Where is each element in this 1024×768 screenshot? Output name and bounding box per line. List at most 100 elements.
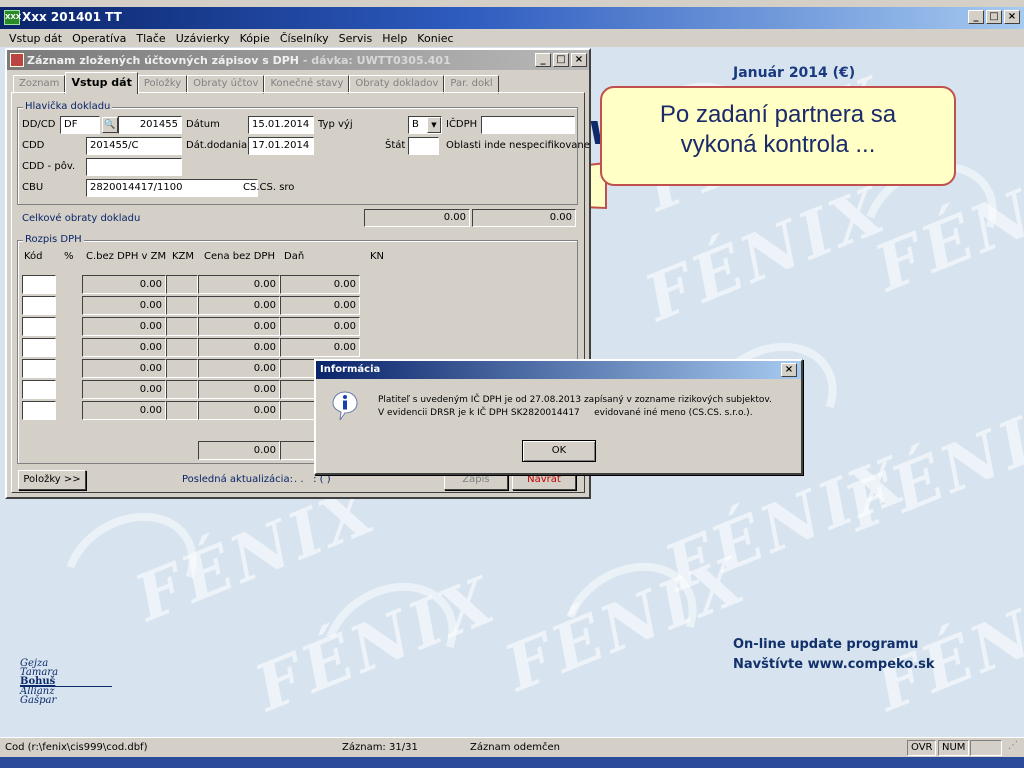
cbu-field[interactable]: 2820014417/1100 xyxy=(86,179,258,197)
c-bez-cell: 0.00 xyxy=(82,317,166,336)
kod-cell[interactable] xyxy=(22,380,56,399)
maximize-icon[interactable]: □ xyxy=(986,10,1002,24)
close-icon[interactable]: × xyxy=(781,363,797,377)
tab-bar: Zoznam Vstup dát Položky Obraty účtov Ko… xyxy=(13,72,499,94)
c-bez-cell: 0.00 xyxy=(82,275,166,294)
info-icon xyxy=(332,391,358,421)
menu-kopie[interactable]: Kópie xyxy=(235,32,275,45)
kod-cell[interactable] xyxy=(22,317,56,336)
status-record: Záznam: 31/31 xyxy=(342,742,418,753)
website-link[interactable]: Navštívte www.compeko.sk xyxy=(733,657,935,672)
menu-tlace[interactable]: Tlače xyxy=(131,32,170,45)
cena-cell: 0.00 xyxy=(198,380,280,399)
app-icon: XXX xyxy=(4,10,21,25)
icdph-label: IČDPH xyxy=(446,119,478,130)
dialog-title-bar: Informácia × xyxy=(316,361,801,379)
col-header-cena-bez-dph: Cena bez DPH xyxy=(204,251,275,262)
ovr-indicator: OVR xyxy=(907,740,937,756)
kod-cell[interactable] xyxy=(22,338,56,357)
typ-select[interactable]: B ▼ xyxy=(408,116,442,134)
dialog-message-line: Platiteľ s uvedeným IČ DPH je od 27.08.2… xyxy=(378,395,772,405)
minimize-icon[interactable]: _ xyxy=(535,53,551,67)
maximize-icon[interactable]: □ xyxy=(553,53,569,67)
menu-uzavierky[interactable]: Uzávierky xyxy=(171,32,235,45)
last-update-value: . . : ( ) xyxy=(294,474,331,485)
totals-value-2: 0.00 xyxy=(472,209,576,227)
datum-field[interactable]: 15.01.2014 xyxy=(248,116,314,134)
stat-field[interactable] xyxy=(408,137,439,155)
doc-number-field[interactable]: 201455 xyxy=(118,116,182,134)
menu-vstup-dat[interactable]: Vstup dát xyxy=(4,32,67,45)
dan-cell: 0.00 xyxy=(280,338,360,357)
kod-cell[interactable] xyxy=(22,359,56,378)
col-header-c-bez-dph: C.bez DPH v ZM xyxy=(86,251,167,262)
status-bar: Cod (r:\fenix\cis999\cod.dbf) Záznam: 31… xyxy=(0,737,1024,757)
stat-label: Štát xyxy=(385,140,406,151)
online-update-link[interactable]: On-line update programu xyxy=(733,637,918,652)
search-icon[interactable]: 🔍 xyxy=(102,117,118,133)
status-path: Cod (r:\fenix\cis999\cod.dbf) xyxy=(5,742,148,753)
cdd-pov-field[interactable] xyxy=(86,158,182,176)
cdd-field[interactable]: 201455/C xyxy=(86,137,182,155)
cdd-label: CDD xyxy=(22,140,45,151)
col-header-kn: KN xyxy=(370,251,385,262)
main-title-bar: XXX Xxx 201401 TT _ □ × xyxy=(0,7,1024,29)
close-icon[interactable]: × xyxy=(571,53,587,67)
c-bez-cell: 0.00 xyxy=(82,380,166,399)
info-dialog: Informácia × Platiteľ s uvedeným IČ DPH … xyxy=(314,359,803,475)
kod-cell[interactable] xyxy=(22,401,56,420)
vat-group-legend: Rozpis DPH xyxy=(23,234,84,245)
menu-operativa[interactable]: Operatíva xyxy=(67,32,131,45)
close-icon[interactable]: × xyxy=(1004,10,1020,24)
dialog-title: Informácia xyxy=(320,364,381,375)
app-title: Xxx 201401 TT xyxy=(22,10,122,24)
callout-line: Po zadaní partnera sa xyxy=(659,101,897,128)
kod-cell[interactable] xyxy=(22,296,56,315)
c-bez-cell: 0.00 xyxy=(82,296,166,315)
cena-cell: 0.00 xyxy=(198,296,280,315)
kod-cell[interactable] xyxy=(22,275,56,294)
c-bez-cell: 0.00 xyxy=(82,359,166,378)
cena-total-cell: 0.00 xyxy=(198,441,280,460)
menu-servis[interactable]: Servis xyxy=(334,32,378,45)
col-header-kod: Kód xyxy=(24,251,43,262)
last-update-label: Posledná aktualizácia: xyxy=(182,474,293,485)
resize-grip-icon[interactable]: ⋰ xyxy=(1008,740,1018,751)
num-indicator: NUM xyxy=(938,740,970,756)
ok-button[interactable]: OK xyxy=(522,440,596,462)
cena-cell: 0.00 xyxy=(198,401,280,420)
menu-koniec[interactable]: Koniec xyxy=(412,32,458,45)
entry-window-title: Záznam zložených účtovných zápisov s DPH xyxy=(27,54,299,67)
menu-help[interactable]: Help xyxy=(377,32,412,45)
kzm-cell xyxy=(166,359,198,378)
kzm-cell xyxy=(166,401,198,420)
chevron-down-icon[interactable]: ▼ xyxy=(427,117,441,133)
header-group-legend: Hlavička dokladu xyxy=(23,101,113,112)
cena-cell: 0.00 xyxy=(198,275,280,294)
menu-ciselniky[interactable]: Číselníky xyxy=(275,32,334,45)
minimize-icon[interactable]: _ xyxy=(968,10,984,24)
ddcd-label: DD/CD xyxy=(22,119,56,130)
status-record-state: Záznam odemčen xyxy=(470,742,560,753)
dat-dodania-field[interactable]: 17.01.2014 xyxy=(248,137,314,155)
user-item[interactable]: Gašpar xyxy=(20,696,112,706)
icdph-field[interactable] xyxy=(481,116,575,134)
dan-cell: 0.00 xyxy=(280,317,360,336)
dan-cell: 0.00 xyxy=(280,275,360,294)
col-header-dan: Daň xyxy=(284,251,305,262)
kzm-cell xyxy=(166,380,198,399)
tab-vstup-dat[interactable]: Vstup dát xyxy=(65,72,138,94)
totals-label: Celkové obraty dokladu xyxy=(22,213,141,224)
screen: XXX Xxx 201401 TT _ □ × Vstup dát Operat… xyxy=(0,0,1024,768)
cena-cell: 0.00 xyxy=(198,338,280,357)
header-group: Hlavička dokladu DD/CD DF 🔍 201455 Dátum… xyxy=(17,101,590,205)
dan-cell: 0.00 xyxy=(280,296,360,315)
callout-line: vykoná kontrola ... xyxy=(680,131,876,158)
c-bez-cell: 0.00 xyxy=(82,338,166,357)
cbu-label: CBU xyxy=(22,182,44,193)
polozky-button[interactable]: Položky >> xyxy=(18,470,86,490)
cdd-pov-label: CDD - pôv. xyxy=(22,161,76,172)
status-pane xyxy=(970,740,1002,756)
partner-name: CS.CS. sro xyxy=(243,182,295,193)
ddcd-field[interactable]: DF xyxy=(60,116,100,134)
